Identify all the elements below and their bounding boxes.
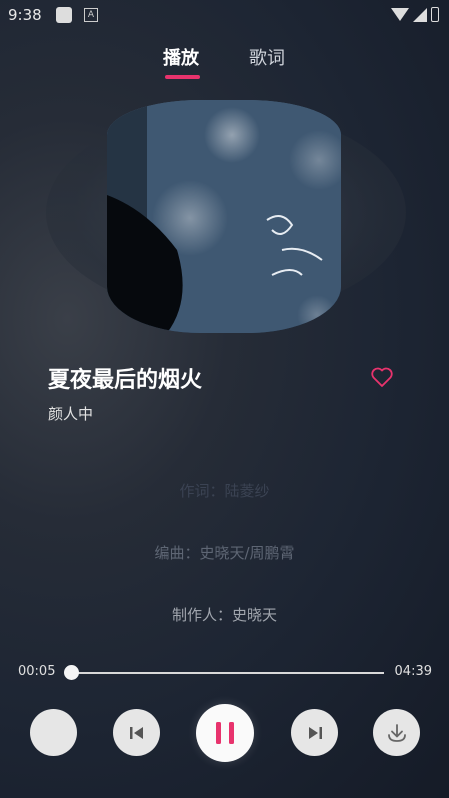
progress-track[interactable] [71,672,384,674]
battery-icon [431,7,439,22]
album-cover-art [107,100,341,333]
skip-next-icon [308,726,322,739]
wifi-icon [391,8,409,21]
song-title: 夏夜最后的烟火 [48,368,203,393]
playlist-button[interactable] [30,709,77,756]
pause-icon [216,722,234,744]
lyric-line: 制作人：史晓天 [171,606,277,624]
previous-button[interactable] [113,709,160,756]
skip-previous-icon [129,726,143,739]
status-indicators [391,7,439,22]
total-time: 04:39 [394,664,432,679]
lyric-line: 作词：陆菱纱 [179,482,270,500]
current-time: 00:05 [18,664,56,679]
heart-outline-icon[interactable] [370,366,394,392]
next-button[interactable] [291,709,338,756]
album-cover [107,100,341,333]
download-button[interactable] [373,709,420,756]
tab-lyrics[interactable]: 歌词 [249,44,285,70]
tab-play[interactable]: 播放 [163,44,199,70]
lyric-line: 编曲：史晓天/周鹏霄 [154,544,295,562]
download-icon [387,723,406,742]
status-time: 9:38 [8,6,42,24]
tab-indicator [165,75,200,79]
notification-a-icon: A [84,8,98,22]
tab-bar: 播放 歌词 [0,44,449,84]
progress-knob[interactable] [64,665,79,680]
pause-button[interactable] [196,704,254,762]
signal-icon [413,7,427,22]
artist-name[interactable]: 颜人中 [48,403,93,424]
status-bar: 9:38 A [0,0,449,30]
notification-app-icon [56,7,72,23]
